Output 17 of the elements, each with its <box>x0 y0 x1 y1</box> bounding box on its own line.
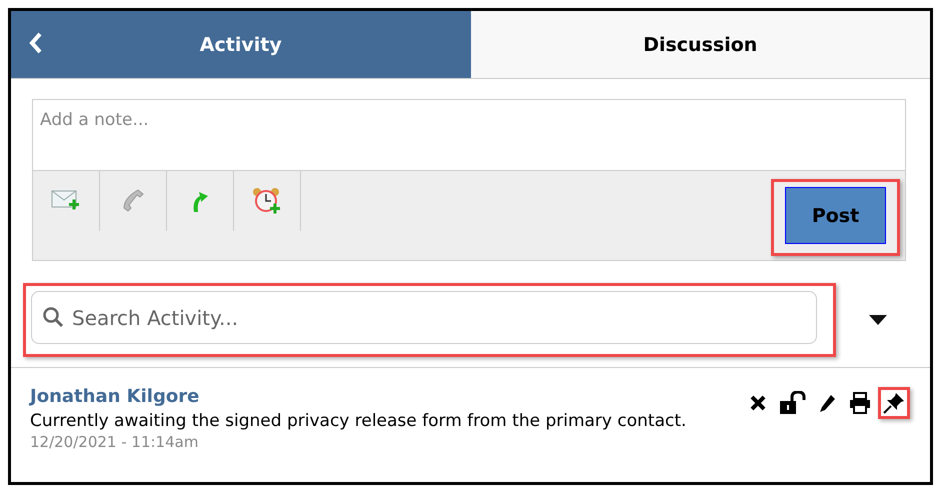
timestamp: 12/20/2021 - 11:14am <box>30 433 200 451</box>
caret-icon[interactable] <box>868 314 888 326</box>
pencil-icon[interactable] <box>819 393 837 413</box>
close-icon[interactable] <box>749 394 767 412</box>
pin-icon[interactable] <box>883 392 905 414</box>
back-icon[interactable] <box>29 31 43 55</box>
alarm-clock-plus-icon[interactable] <box>252 187 282 215</box>
post-button[interactable]: Post <box>785 187 886 244</box>
search-field[interactable]: Search Activity... <box>31 291 817 344</box>
activity-text: Currently awaiting the signed privacy release form from the primary contact. <box>30 411 688 431</box>
search-icon <box>42 306 64 328</box>
note-field[interactable]: Add a note... <box>32 99 906 171</box>
printer-icon[interactable] <box>849 392 871 414</box>
author-name[interactable]: Jonathan Kilgore <box>30 386 744 407</box>
tab[interactable]: Discussion <box>470 11 930 78</box>
padlock-icon[interactable] <box>779 391 807 415</box>
tab[interactable]: Activity <box>11 11 470 78</box>
